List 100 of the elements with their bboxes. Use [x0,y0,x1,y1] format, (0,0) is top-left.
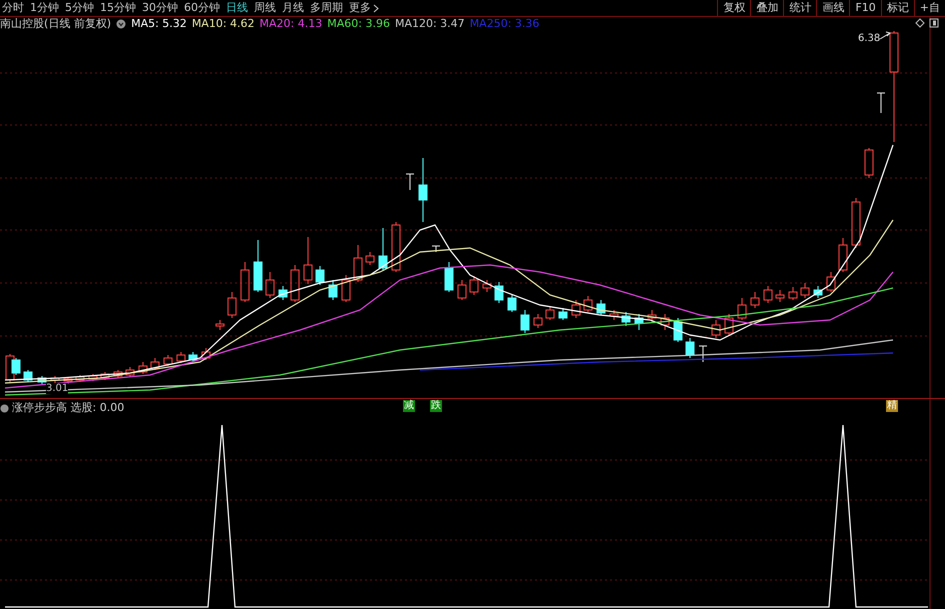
period-tab[interactable]: 1分钟 [30,0,59,16]
candlestick [724,314,734,336]
candlestick [596,300,606,316]
chart-title: 南山控股(日线 前复权) [0,16,112,32]
candlestick [826,272,836,292]
candlestick [458,280,466,300]
candlestick [546,306,554,320]
candlestick [648,310,656,322]
toolbar-button[interactable]: 复权 [717,0,750,16]
moving-average-legend: MA20: 4.13 [260,16,322,32]
toolbar-button[interactable]: 画线 [816,0,850,16]
candlestick [800,282,810,298]
candlestick [188,352,198,362]
toolbar-button[interactable]: 叠加 [750,0,784,16]
candlestick [366,252,374,266]
candlestick [316,266,324,286]
candlestick [24,370,32,382]
candlestick [674,318,682,342]
signal-marker: 精 [886,400,898,412]
period-tab[interactable]: 多周期 [310,0,343,16]
settings-icon[interactable] [116,19,126,29]
period-tab[interactable]: 15分钟 [100,0,136,16]
period-tab[interactable]: 分时 [2,0,24,16]
candlestick [776,290,784,302]
candlestick [558,308,568,320]
low-price-label: 3.01 [46,383,68,394]
candlestick [378,228,388,270]
candlestick [788,286,798,300]
candlestick [240,262,250,302]
toolbar-button[interactable]: 标记 [880,0,914,16]
period-tab[interactable]: 更多 [349,0,379,16]
moving-average-legend: MA60: 3.96 [327,16,390,32]
candlestick [88,374,98,382]
candlestick [876,92,886,114]
toolbar-button[interactable]: F10 [849,0,881,16]
period-tab[interactable]: 30分钟 [142,0,178,16]
candlestick [738,298,746,320]
candlestick [328,280,338,300]
panel-icon[interactable] [929,18,939,28]
candlestick [150,358,160,370]
moving-average-legend: MA5: 5.32 [131,16,187,32]
signal-marker: 减 [403,400,415,412]
high-price-label: 6.38 [858,32,880,46]
candlestick [202,348,210,360]
candlestick [418,158,428,222]
candlestick [444,262,454,292]
diamond-icon[interactable] [915,18,925,28]
candlestick [660,314,670,330]
candlestick [584,296,592,312]
candlestick [254,240,262,292]
settings-icon[interactable] [0,404,9,413]
period-tab[interactable]: 日线 [226,0,248,16]
candlestick [610,310,618,320]
candlestick [278,286,288,300]
candlestick [750,292,760,308]
candlestick [432,246,440,252]
signal-marker: 跌 [430,400,442,412]
candlestick [698,346,708,362]
candlestick [852,198,860,248]
period-tab[interactable]: 月线 [282,0,304,16]
candlestick [76,374,84,382]
candlestick [814,286,822,298]
candlestick [406,174,414,190]
candlestick [470,276,478,296]
candlestick [686,338,694,358]
candlestick [534,314,542,328]
candlestick [342,274,350,302]
candlestick [228,292,236,318]
candlestick [216,320,224,330]
period-tab[interactable]: 5分钟 [65,0,94,16]
candlestick [138,362,148,374]
candlestick [100,372,110,380]
candlestick [712,320,720,338]
candlestick [164,354,172,366]
candlestick [266,272,274,298]
candlestick [114,370,122,378]
period-tab[interactable]: 周线 [254,0,276,16]
candlestick [764,286,772,304]
candlestick [482,280,492,292]
candlestick [304,236,312,284]
candlestick [520,310,530,334]
period-tab[interactable]: 60分钟 [184,0,220,16]
candlestick [176,352,186,364]
candlestick [508,294,516,312]
toolbar-button[interactable]: 统计 [783,0,816,16]
moving-average-legend: MA250: 3.36 [470,16,540,32]
toolbar-button[interactable]: +自 [914,0,945,16]
candlestick [622,312,630,326]
moving-average-legend: MA10: 4.62 [192,16,255,32]
chevron-icon [373,4,379,12]
candlestick [864,148,874,178]
candlestick [494,282,504,304]
leader-line [880,32,891,40]
candlestick [572,300,580,318]
indicator-legend: 涨停步步高 选股: 0.00 [12,400,124,416]
candlestick [354,244,362,282]
candlestick [126,366,134,378]
candlestick [634,314,644,330]
candlestick [38,376,46,384]
moving-average-legend: MA120: 3.47 [394,16,465,32]
